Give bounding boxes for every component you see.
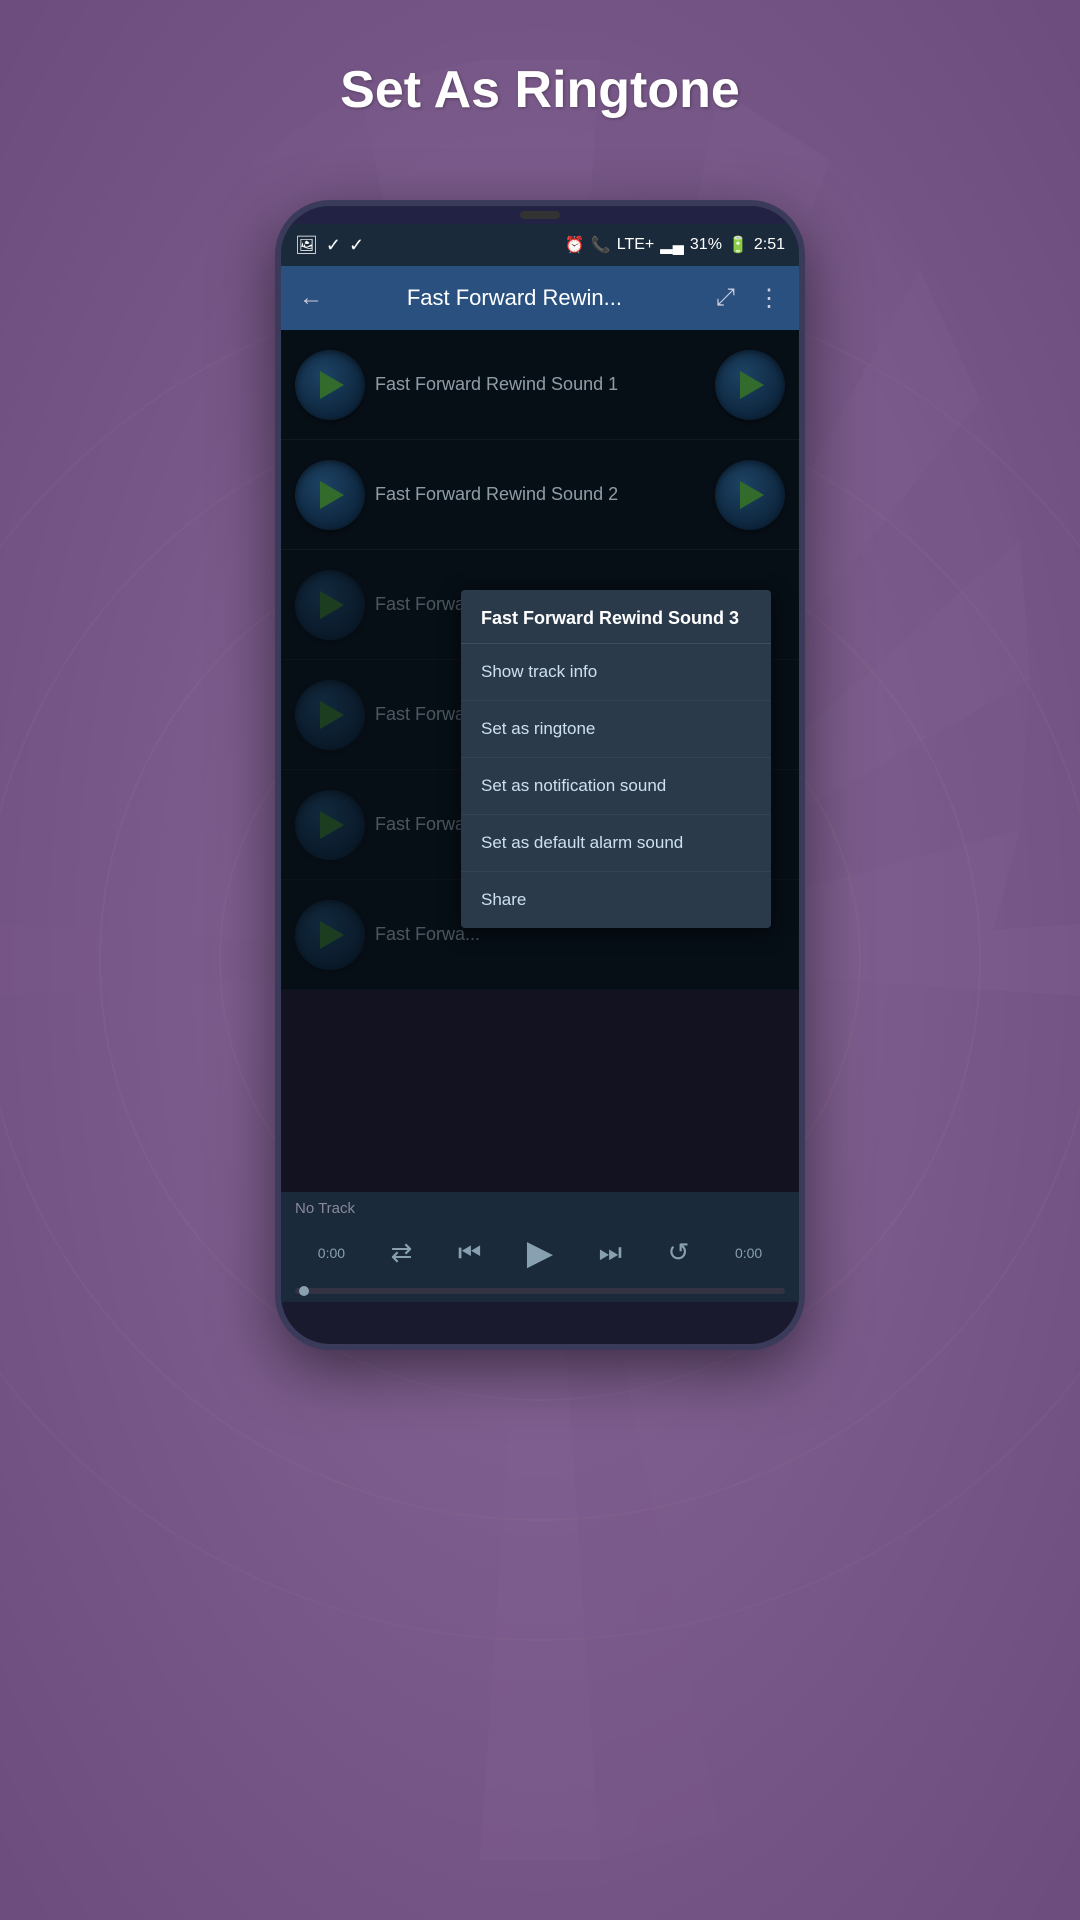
phone-camera [520,211,560,219]
status-icons-left: 🖼 ✓ ✓ [295,235,364,256]
battery-percent: 31% [690,236,722,254]
phone-top [281,206,799,224]
battery-icon: 🔋 [728,235,748,255]
play-pause-button[interactable]: ▶ [527,1233,553,1273]
context-set-as-ringtone[interactable]: Set as ringtone [461,701,771,758]
bottom-track-info: No Track [295,1200,785,1217]
check-icon-1: ✓ [326,235,341,256]
bottom-controls: 0:00 ⇄ ⏮ ▶ ⏭ ↺ 0:00 [295,1221,785,1284]
prev-button[interactable]: ⏮ [458,1237,481,1269]
repeat-button[interactable]: ↺ [668,1237,690,1268]
app-bar: ← Fast Forward Rewin... ⤢ ⋮ [281,266,799,330]
more-button[interactable]: ⋮ [753,280,785,317]
image-icon: 🖼 [295,235,318,256]
signal-icon: ▂▄ [660,235,684,255]
page-title: Set As Ringtone [340,60,740,120]
bottom-bar: No Track 0:00 ⇄ ⏮ ▶ ⏭ ↺ 0:00 [281,1192,799,1302]
status-bar: 🖼 ✓ ✓ ⏰ 📞 LTE+ ▂▄ 31% 🔋 2:51 [281,224,799,266]
context-show-track-info[interactable]: Show track info [461,644,771,701]
time-display: 2:51 [754,236,785,254]
phone-frame: 🖼 ✓ ✓ ⏰ 📞 LTE+ ▂▄ 31% 🔋 2:51 ← Fast Forw… [275,200,805,1350]
back-button[interactable]: ← [295,280,327,316]
lte-label: LTE+ [617,236,655,254]
shuffle-button[interactable]: ⇄ [391,1237,413,1268]
track-list-wrapper: Fast Forward Rewind Sound 1 Fast Forward… [281,330,799,1192]
context-menu: Fast Forward Rewind Sound 3 Show track i… [461,590,771,928]
context-set-alarm-sound[interactable]: Set as default alarm sound [461,815,771,872]
check-icon-2: ✓ [349,235,364,256]
context-share[interactable]: Share [461,872,771,928]
phone-icon: 📞 [591,235,611,255]
status-icons-right: ⏰ 📞 LTE+ ▂▄ 31% 🔋 2:51 [565,235,785,255]
context-menu-title: Fast Forward Rewind Sound 3 [461,590,771,644]
next-button[interactable]: ⏭ [599,1237,622,1269]
progress-indicator [299,1286,309,1296]
progress-bar[interactable] [295,1288,785,1294]
time-left: 0:00 [318,1245,345,1261]
time-right: 0:00 [735,1245,762,1261]
app-bar-title: Fast Forward Rewin... [341,285,688,311]
share-button[interactable]: ⤢ [712,280,739,316]
context-set-notification-sound[interactable]: Set as notification sound [461,758,771,815]
alarm-icon: ⏰ [565,235,585,255]
